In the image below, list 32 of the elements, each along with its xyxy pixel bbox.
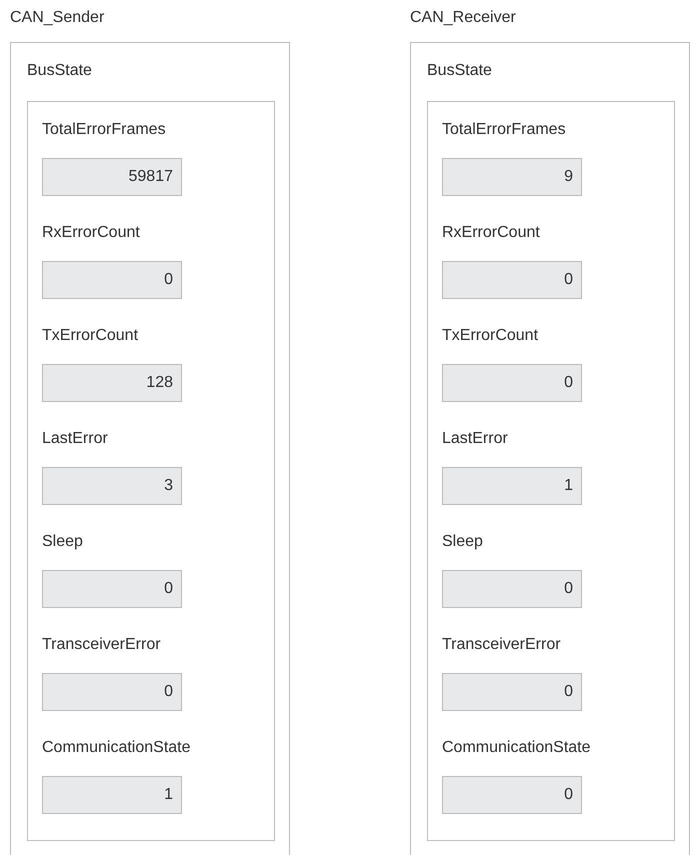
value-field[interactable]: 59817 <box>42 158 182 196</box>
field-label: TotalErrorFrames <box>442 120 567 140</box>
field-label: Sleep <box>442 532 484 552</box>
field-label: RxErrorCount <box>442 223 541 243</box>
value-field[interactable]: 9 <box>442 158 582 196</box>
field-label: Sleep <box>42 532 84 552</box>
field-label: LastError <box>42 429 109 449</box>
group-title: BusState <box>27 62 92 79</box>
value-field[interactable]: 1 <box>442 467 582 505</box>
value-field[interactable]: 0 <box>442 364 582 402</box>
value-field[interactable]: 0 <box>42 673 182 711</box>
field-label: TxErrorCount <box>442 326 540 346</box>
value-field[interactable]: 0 <box>42 570 182 608</box>
value-field[interactable]: 128 <box>42 364 182 402</box>
value-field[interactable]: 3 <box>42 467 182 505</box>
group-title: BusState <box>427 62 492 79</box>
value-field[interactable]: 1 <box>42 776 182 814</box>
panel-title: CAN_Receiver <box>410 9 516 26</box>
value-field[interactable]: 0 <box>442 776 582 814</box>
field-label: LastError <box>442 429 509 449</box>
panel-title: CAN_Sender <box>10 9 104 26</box>
field-label: TxErrorCount <box>42 326 140 346</box>
field-label: CommunicationState <box>42 738 192 758</box>
value-field[interactable]: 0 <box>442 673 582 711</box>
field-label: CommunicationState <box>442 738 592 758</box>
field-label: TransceiverError <box>442 635 562 655</box>
field-label: RxErrorCount <box>42 223 141 243</box>
value-field[interactable]: 0 <box>42 261 182 299</box>
field-label: TransceiverError <box>42 635 162 655</box>
field-label: TotalErrorFrames <box>42 120 167 140</box>
value-field[interactable]: 0 <box>442 261 582 299</box>
value-field[interactable]: 0 <box>442 570 582 608</box>
